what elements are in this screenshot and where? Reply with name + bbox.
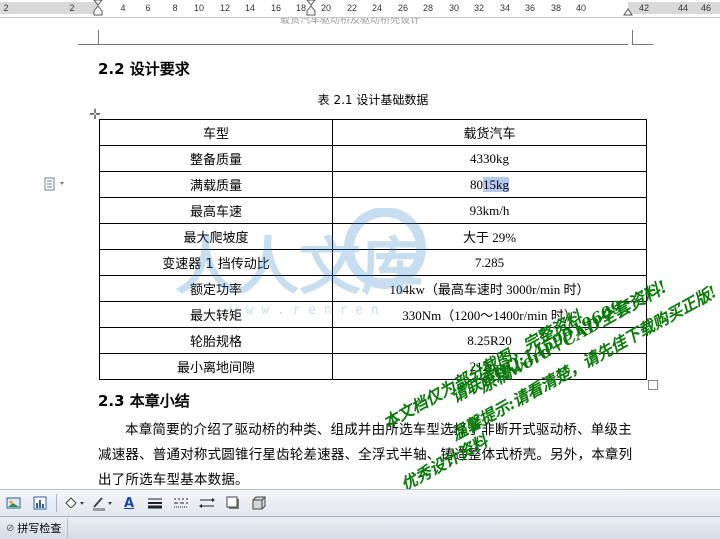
table-row: 变速器 1 挡传动比 7.285 (99, 249, 647, 276)
table-row: 额定功率 104kw（最高车速时 3000r/min 时） (99, 275, 647, 302)
line-style-icon[interactable] (145, 493, 165, 513)
table-cell-label[interactable]: 轮胎规格 (99, 327, 333, 354)
table-row: 整备质量 4330kg (99, 145, 647, 172)
table-resize-handle[interactable] (648, 380, 658, 390)
document-page[interactable]: 载货汽车驱动桥及驱动桥壳设计 2.2 设计要求 表 2.1 设计基础数据 ✛ 车… (0, 18, 720, 494)
ruler-left-margin (0, 2, 98, 14)
table-row: 轮胎规格 8.25R20 (99, 327, 647, 354)
header-rule (98, 44, 628, 45)
ruler-tick: 4 (120, 3, 126, 13)
ruler-tick: 44 (677, 3, 688, 13)
ruler-tick: 2 (69, 3, 75, 13)
table-cell-label[interactable]: 额定功率 (99, 275, 333, 302)
status-bar: ⊘ 拼写检查 (0, 516, 720, 539)
horizontal-ruler[interactable]: 2 2 4 6 8 10 12 14 16 18 20 22 24 26 28 … (0, 0, 720, 18)
toolbar-separator (56, 494, 57, 512)
ruler-tick: 46 (700, 3, 711, 13)
insert-picture-icon[interactable] (4, 493, 24, 513)
design-data-table: 车型 载货汽车 整备质量 4330kg 满载质量 8015kg 最高车速 93k… (99, 119, 647, 380)
ruler-tick: 2 (3, 3, 9, 13)
table-cell-label[interactable]: 最高车速 (99, 197, 333, 224)
table-cell-value[interactable]: 大于 29% (332, 223, 647, 250)
fill-color-icon[interactable] (63, 493, 85, 513)
table-row: 最小离地间隙 212mm (99, 353, 647, 380)
shadow-style-icon[interactable] (223, 493, 243, 513)
table-row: 最大转矩 330Nm（1200～1400r/min 时） (99, 301, 647, 328)
section-heading-2-3: 2.3 本章小结 (98, 392, 190, 410)
page-header-text: 载货汽车驱动桥及驱动桥壳设计 (280, 18, 420, 26)
ruler-tick: 30 (448, 3, 459, 13)
ruler-tick: 6 (145, 3, 151, 13)
table-cell-value[interactable]: 载货汽车 (332, 119, 647, 146)
ruler-tick: 14 (244, 3, 255, 13)
font-color-label: A (123, 495, 135, 511)
ruler-tick: 40 (575, 3, 586, 13)
table-caption: 表 2.1 设计基础数据 (317, 93, 429, 107)
table-cell-value[interactable]: 4330kg (332, 145, 647, 172)
ruler-tick: 32 (473, 3, 484, 13)
table-cell-label[interactable]: 满载质量 (99, 171, 333, 198)
table-row: 最大爬坡度 大于 29% (99, 223, 647, 250)
ruler-tick: 42 (638, 3, 649, 13)
arrow-style-icon[interactable] (197, 493, 217, 513)
ruler-tick: 20 (320, 3, 331, 13)
ruler-tick: 22 (346, 3, 357, 13)
ruler-tick: 28 (422, 3, 433, 13)
table-cell-label[interactable]: 最大爬坡度 (99, 223, 333, 250)
dash-style-icon[interactable] (171, 493, 191, 513)
ruler-tick: 34 (499, 3, 510, 13)
ruler-tick: 24 (371, 3, 382, 13)
3d-style-icon[interactable] (249, 493, 269, 513)
right-indent-marker[interactable] (623, 0, 633, 16)
table-cell-value[interactable]: 93km/h (332, 197, 647, 224)
table-cell-label[interactable]: 最小离地间隙 (99, 353, 333, 380)
ruler-tick: 36 (524, 3, 535, 13)
ruler-tick: 38 (550, 3, 561, 13)
section-heading-2-2: 2.2 设计要求 (98, 60, 190, 78)
insert-chart-icon[interactable] (30, 493, 50, 513)
table-row: 满载质量 8015kg (99, 171, 647, 198)
table-row: 车型 载货汽车 (99, 119, 647, 146)
drawing-toolbar: A (0, 489, 720, 516)
table-cell-value[interactable]: 330Nm（1200～1400r/min 时） (332, 301, 647, 328)
spellcheck-label: 拼写检查 (17, 522, 62, 535)
margin-corner-top-right (632, 30, 653, 45)
table-cell-value[interactable]: 7.285 (332, 249, 647, 276)
table-cell-value[interactable]: 8015kg (332, 171, 647, 198)
ruler-tick: 12 (219, 3, 230, 13)
table-cell-value[interactable]: 8.25R20 (332, 327, 647, 354)
paste-options-icon[interactable] (44, 177, 70, 191)
left-indent-marker[interactable] (93, 0, 103, 16)
margin-corner-top-left (78, 30, 99, 45)
spellcheck-icon: ⊘ (6, 522, 15, 534)
ruler-tick: 16 (270, 3, 281, 13)
table-row: 最高车速 93km/h (99, 197, 647, 224)
table-cell-value[interactable]: 212mm (332, 353, 647, 380)
table-cell-label[interactable]: 车型 (99, 119, 333, 146)
ruler-tick: 26 (397, 3, 408, 13)
table-cell-label[interactable]: 整备质量 (99, 145, 333, 172)
summary-paragraph: 本章简要的介绍了驱动桥的种类、组成并由所选车型选择了非断开式驱动桥、单级主减速器… (98, 422, 633, 488)
ruler-tick: 10 (193, 3, 204, 13)
spellcheck-status[interactable]: ⊘ 拼写检查 (0, 518, 69, 538)
ruler-tick: 8 (172, 3, 178, 13)
line-color-icon[interactable] (91, 493, 113, 513)
table-cell-label[interactable]: 变速器 1 挡传动比 (99, 249, 333, 276)
selected-text: 15kg (483, 176, 509, 192)
table-cell-label[interactable]: 最大转矩 (99, 301, 333, 328)
font-color-button[interactable]: A (119, 493, 139, 513)
table-cell-value[interactable]: 104kw（最高车速时 3000r/min 时） (332, 275, 647, 302)
first-line-indent-marker[interactable] (306, 0, 316, 16)
value-text: 80 (470, 176, 483, 192)
